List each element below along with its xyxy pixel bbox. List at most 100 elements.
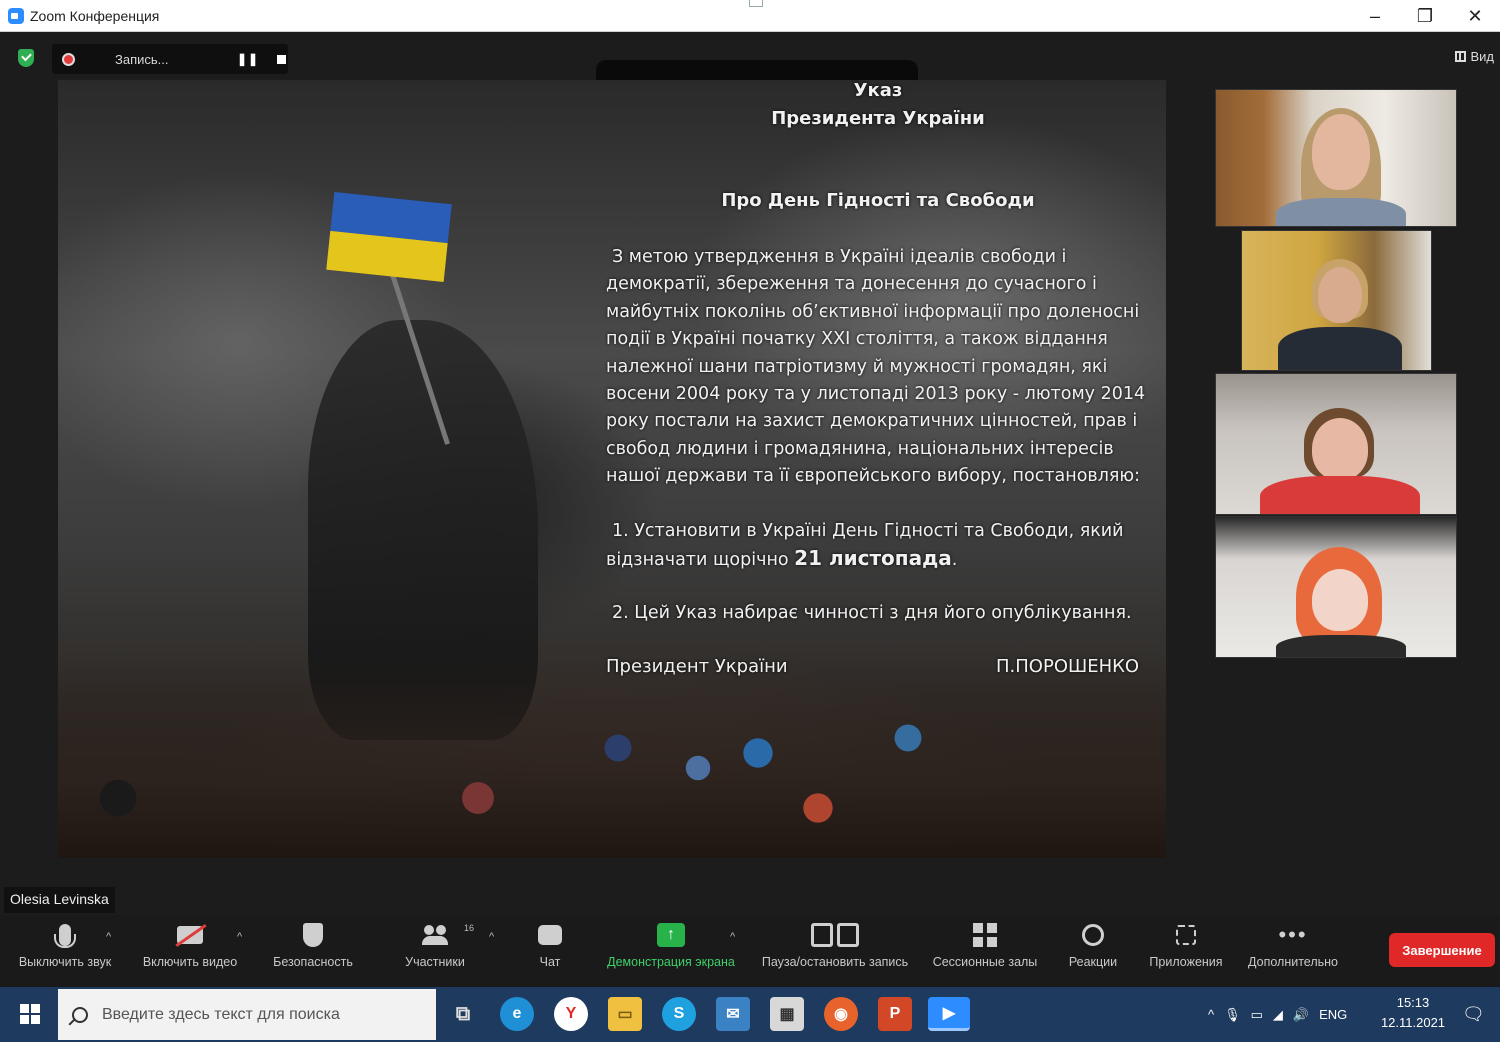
pause-record-label: Пауза/остановить запись <box>761 955 909 969</box>
edge-icon[interactable]: e <box>500 997 534 1031</box>
protest-crowd-photo <box>58 658 1166 858</box>
mail-icon[interactable]: ✉ <box>716 997 750 1031</box>
active-speaker-name: Olesia Levinska <box>4 887 115 913</box>
chat-bubble-icon <box>538 925 562 945</box>
recording-label: Запись... <box>115 51 169 67</box>
tray-mic-icon[interactable]: 🎙 <box>1224 1007 1241 1023</box>
decree-issuer: Президента України <box>771 108 985 129</box>
minimize-button[interactable]: – <box>1350 0 1400 32</box>
windows-taskbar: Введите здесь текст для поиска ⧉ e Y ▭ S… <box>0 987 1500 1042</box>
drag-handle[interactable] <box>749 0 763 7</box>
mute-button[interactable]: Выключить звук <box>12 915 118 987</box>
participant-video-4[interactable] <box>1215 516 1457 658</box>
zoom-taskbar-icon[interactable]: ▶ <box>928 997 970 1031</box>
zoom-app-icon <box>8 7 24 24</box>
wifi-icon[interactable]: ◢ <box>1273 1007 1283 1023</box>
decree-item-1: 1. Установити в Україні День Гідності та… <box>606 518 1151 575</box>
participant-video-2[interactable] <box>1241 230 1432 371</box>
clock-date: 12.11.2021 <box>1380 1015 1446 1030</box>
decree-signature-title: Президент України <box>606 656 788 677</box>
more-label: Дополнительно <box>1248 955 1338 969</box>
window-title: Zoom Конференция <box>30 7 160 24</box>
recording-indicator: Запись... ❚❚ <box>52 44 288 74</box>
decree-heading: Указ <box>853 80 903 101</box>
end-meeting-button[interactable]: Завершение <box>1389 933 1495 967</box>
participants-count: 16 <box>464 923 475 933</box>
participants-chevron-icon[interactable]: ^ <box>489 931 494 943</box>
share-screen-label: Демонстрация экрана <box>607 955 735 969</box>
pause-record-button[interactable]: Пауза/остановить запись <box>754 915 916 987</box>
restore-button[interactable]: ❐ <box>1400 0 1450 32</box>
view-label: Вид <box>1470 49 1494 64</box>
breakout-rooms-label: Сессионные залы <box>932 955 1038 969</box>
participants-button[interactable]: Участники <box>398 915 472 987</box>
search-placeholder: Введите здесь текст для поиска <box>102 1005 340 1023</box>
window-titlebar: Zoom Конференция – ❐ ✕ <box>0 0 1500 32</box>
battery-icon[interactable]: ▭ <box>1251 1007 1263 1023</box>
decree-item-2: 2. Цей Указ набирає чинності з дня його … <box>612 603 1132 623</box>
video-label: Включить видео <box>142 955 238 969</box>
pause-stop-record-icon <box>811 923 859 947</box>
clock-time: 15:13 <box>1396 995 1430 1010</box>
video-options-chevron-icon[interactable]: ^ <box>237 931 242 943</box>
pause-recording-icon[interactable]: ❚❚ <box>237 52 259 66</box>
mute-label: Выключить звук <box>18 955 112 969</box>
breakout-rooms-button[interactable]: Сессионные залы <box>928 915 1042 987</box>
taskbar-search[interactable]: Введите здесь текст для поиска <box>58 989 436 1040</box>
share-screen-button[interactable]: ↑ Демонстрация экрана <box>600 915 742 987</box>
participants-icon <box>422 925 448 945</box>
audio-options-chevron-icon[interactable]: ^ <box>106 931 111 943</box>
microphone-icon <box>54 924 76 948</box>
apps-label: Приложения <box>1149 955 1223 969</box>
meeting-top-strip: Запись... ❚❚ Вид <box>0 32 1500 80</box>
meeting-toolbar: Выключить звук ^ Включить видео ^ Безопа… <box>0 915 1500 987</box>
decree-item-1-end: . <box>951 550 958 571</box>
system-tray: ^ 🎙 ▭ ◢ 🔊 ENG <box>1208 987 1347 1042</box>
meeting-area: Запись... ❚❚ Вид Указ Президента України… <box>0 32 1500 987</box>
participant-video-1[interactable] <box>1215 89 1457 227</box>
search-icon <box>72 1006 88 1023</box>
more-button[interactable]: ••• Дополнительно <box>1242 915 1344 987</box>
screen-share-tab[interactable] <box>596 60 918 80</box>
firefox-icon[interactable]: ◉ <box>824 997 858 1031</box>
powerpoint-icon[interactable]: P <box>878 997 912 1031</box>
ellipsis-icon: ••• <box>1278 922 1308 947</box>
chat-button[interactable]: Чат <box>530 915 570 987</box>
window-controls: – ❐ ✕ <box>1350 0 1500 32</box>
taskbar-clock[interactable]: 15:13 12.11.2021 <box>1380 993 1446 1033</box>
file-explorer-icon[interactable]: ▭ <box>608 997 642 1031</box>
smiley-icon <box>1082 924 1104 946</box>
participants-label: Участники <box>405 955 465 969</box>
camera-off-icon <box>177 926 203 944</box>
view-button[interactable]: Вид <box>1455 49 1494 64</box>
encryption-shield-icon[interactable] <box>18 49 34 67</box>
windows-start-icon[interactable] <box>20 1004 40 1024</box>
calculator-icon[interactable]: ▦ <box>770 997 804 1031</box>
decree-preamble: З метою утвердження в Україні ідеалів св… <box>606 247 1146 487</box>
grid-view-icon <box>1455 51 1467 62</box>
breakout-rooms-icon <box>973 923 997 947</box>
security-button[interactable]: Безопасность <box>268 915 358 987</box>
participant-video-3[interactable] <box>1215 373 1457 515</box>
notifications-icon[interactable]: 🗨 <box>1462 987 1485 1042</box>
task-view-icon[interactable]: ⧉ <box>446 997 480 1031</box>
apps-icon <box>1176 925 1196 945</box>
shared-screen-slide: Указ Президента України Про День Гідност… <box>58 80 1166 858</box>
skype-icon[interactable]: S <box>662 997 696 1031</box>
security-label: Безопасность <box>273 955 353 969</box>
chat-label: Чат <box>539 955 561 969</box>
close-button[interactable]: ✕ <box>1450 0 1500 32</box>
share-screen-icon: ↑ <box>657 923 685 947</box>
tray-chevron-icon[interactable]: ^ <box>1208 1007 1214 1022</box>
video-button[interactable]: Включить видео <box>136 915 244 987</box>
language-indicator[interactable]: ENG <box>1319 1007 1347 1022</box>
ukraine-flag <box>326 192 452 282</box>
record-dot-icon <box>62 52 75 66</box>
volume-icon[interactable]: 🔊 <box>1293 1007 1309 1023</box>
apps-button[interactable]: Приложения <box>1144 915 1228 987</box>
yandex-browser-icon[interactable]: Y <box>554 997 588 1031</box>
security-shield-icon <box>303 923 323 947</box>
reactions-button[interactable]: Реакции <box>1064 915 1122 987</box>
share-options-chevron-icon[interactable]: ^ <box>730 931 735 943</box>
stop-recording-icon[interactable] <box>277 54 287 64</box>
